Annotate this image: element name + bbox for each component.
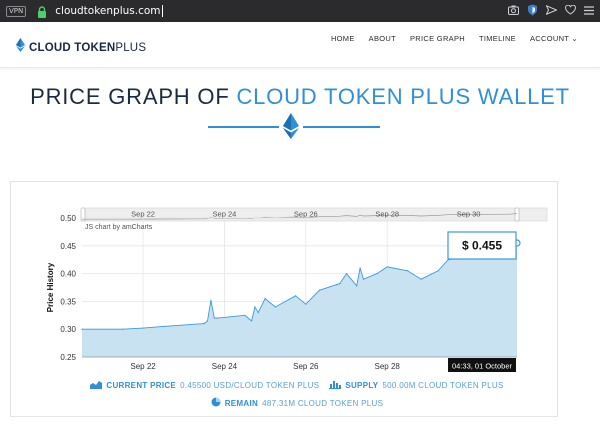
- price-point: [81, 328, 83, 330]
- remain-label: REMAIN: [224, 398, 259, 408]
- price-point: [420, 278, 422, 280]
- price-point: [162, 325, 164, 327]
- scrollbar-handle-right: [514, 207, 520, 222]
- area-chart-icon: [90, 380, 103, 391]
- price-point: [295, 295, 297, 297]
- price-point: [210, 299, 212, 301]
- price-point: [362, 278, 365, 280]
- price-point: [376, 273, 378, 275]
- price-point: [203, 323, 205, 325]
- x-tick-label: Sep 28: [375, 362, 401, 371]
- summary-row-1: CURRENT PRICE 0.45500 USD/CLOUD TOKEN PL…: [0, 380, 600, 391]
- price-point: [318, 289, 320, 291]
- scrollbar-tick-label: Sep 24: [213, 210, 237, 219]
- value-tooltip-text: $ 0.455: [462, 239, 502, 253]
- price-point: [339, 283, 341, 285]
- y-tick-label: 0.25: [60, 353, 76, 362]
- price-point: [359, 267, 361, 269]
- price-point: [335, 284, 337, 286]
- summary-row-2: REMAIN 487.31M CLOUD TOKEN PLUS: [0, 397, 600, 409]
- price-point: [407, 270, 409, 272]
- price-point: [264, 298, 266, 300]
- price-point: [206, 320, 209, 322]
- price-point: [142, 327, 144, 329]
- price-point: [257, 311, 259, 314]
- y-axis-label: Price History: [46, 262, 55, 312]
- y-tick-label: 0.50: [60, 214, 76, 223]
- x-tick-label: Sep 24: [212, 362, 238, 371]
- price-point: [274, 306, 276, 308]
- remain-value: 487.31M CLOUD TOKEN PLUS: [262, 398, 384, 408]
- chart-credit: JS chart by amCharts: [85, 224, 153, 231]
- price-point: [254, 306, 256, 308]
- x-tick-label: Sep 26: [293, 362, 319, 371]
- y-tick-label: 0.40: [60, 270, 76, 279]
- price-point: [217, 317, 219, 319]
- price-point: [356, 285, 358, 287]
- scrollbar-tick-label: Sep 22: [131, 210, 155, 219]
- pie-chart-icon: [211, 397, 221, 409]
- x-tick-label: Sep 22: [130, 362, 156, 371]
- current-price-value: 0.45500 USD/CLOUD TOKEN PLUS: [180, 381, 320, 390]
- price-point: [213, 317, 215, 319]
- scrollbar-tick-label: Sep 28: [375, 210, 399, 219]
- price-point: [345, 273, 348, 275]
- supply-value: 500.00M CLOUD TOKEN PLUS: [382, 381, 504, 390]
- cursor-date-label: 04:33, 01 October: [452, 362, 513, 371]
- y-tick-label: 0.30: [60, 325, 76, 334]
- scrollbar-tick-label: Sep 30: [457, 210, 481, 219]
- price-chart[interactable]: Sep 22 Sep 24 Sep 26 Sep 28 Sep 30 0.50 0.45 0.…: [0, 0, 600, 430]
- y-tick-label: 0.45: [60, 242, 76, 251]
- current-price-label: CURRENT PRICE: [106, 381, 177, 390]
- price-area: [82, 243, 517, 357]
- price-point: [251, 320, 253, 322]
- supply-label: SUPPLY: [345, 381, 379, 390]
- bar-chart-icon: [329, 380, 342, 391]
- price-point: [305, 303, 307, 305]
- y-tick-label: 0.35: [60, 297, 76, 306]
- price-point: [244, 314, 246, 316]
- price-point: [386, 266, 388, 268]
- scrollbar-tick-label: Sep 26: [294, 210, 318, 219]
- price-point: [437, 270, 439, 272]
- price-point: [122, 328, 124, 330]
